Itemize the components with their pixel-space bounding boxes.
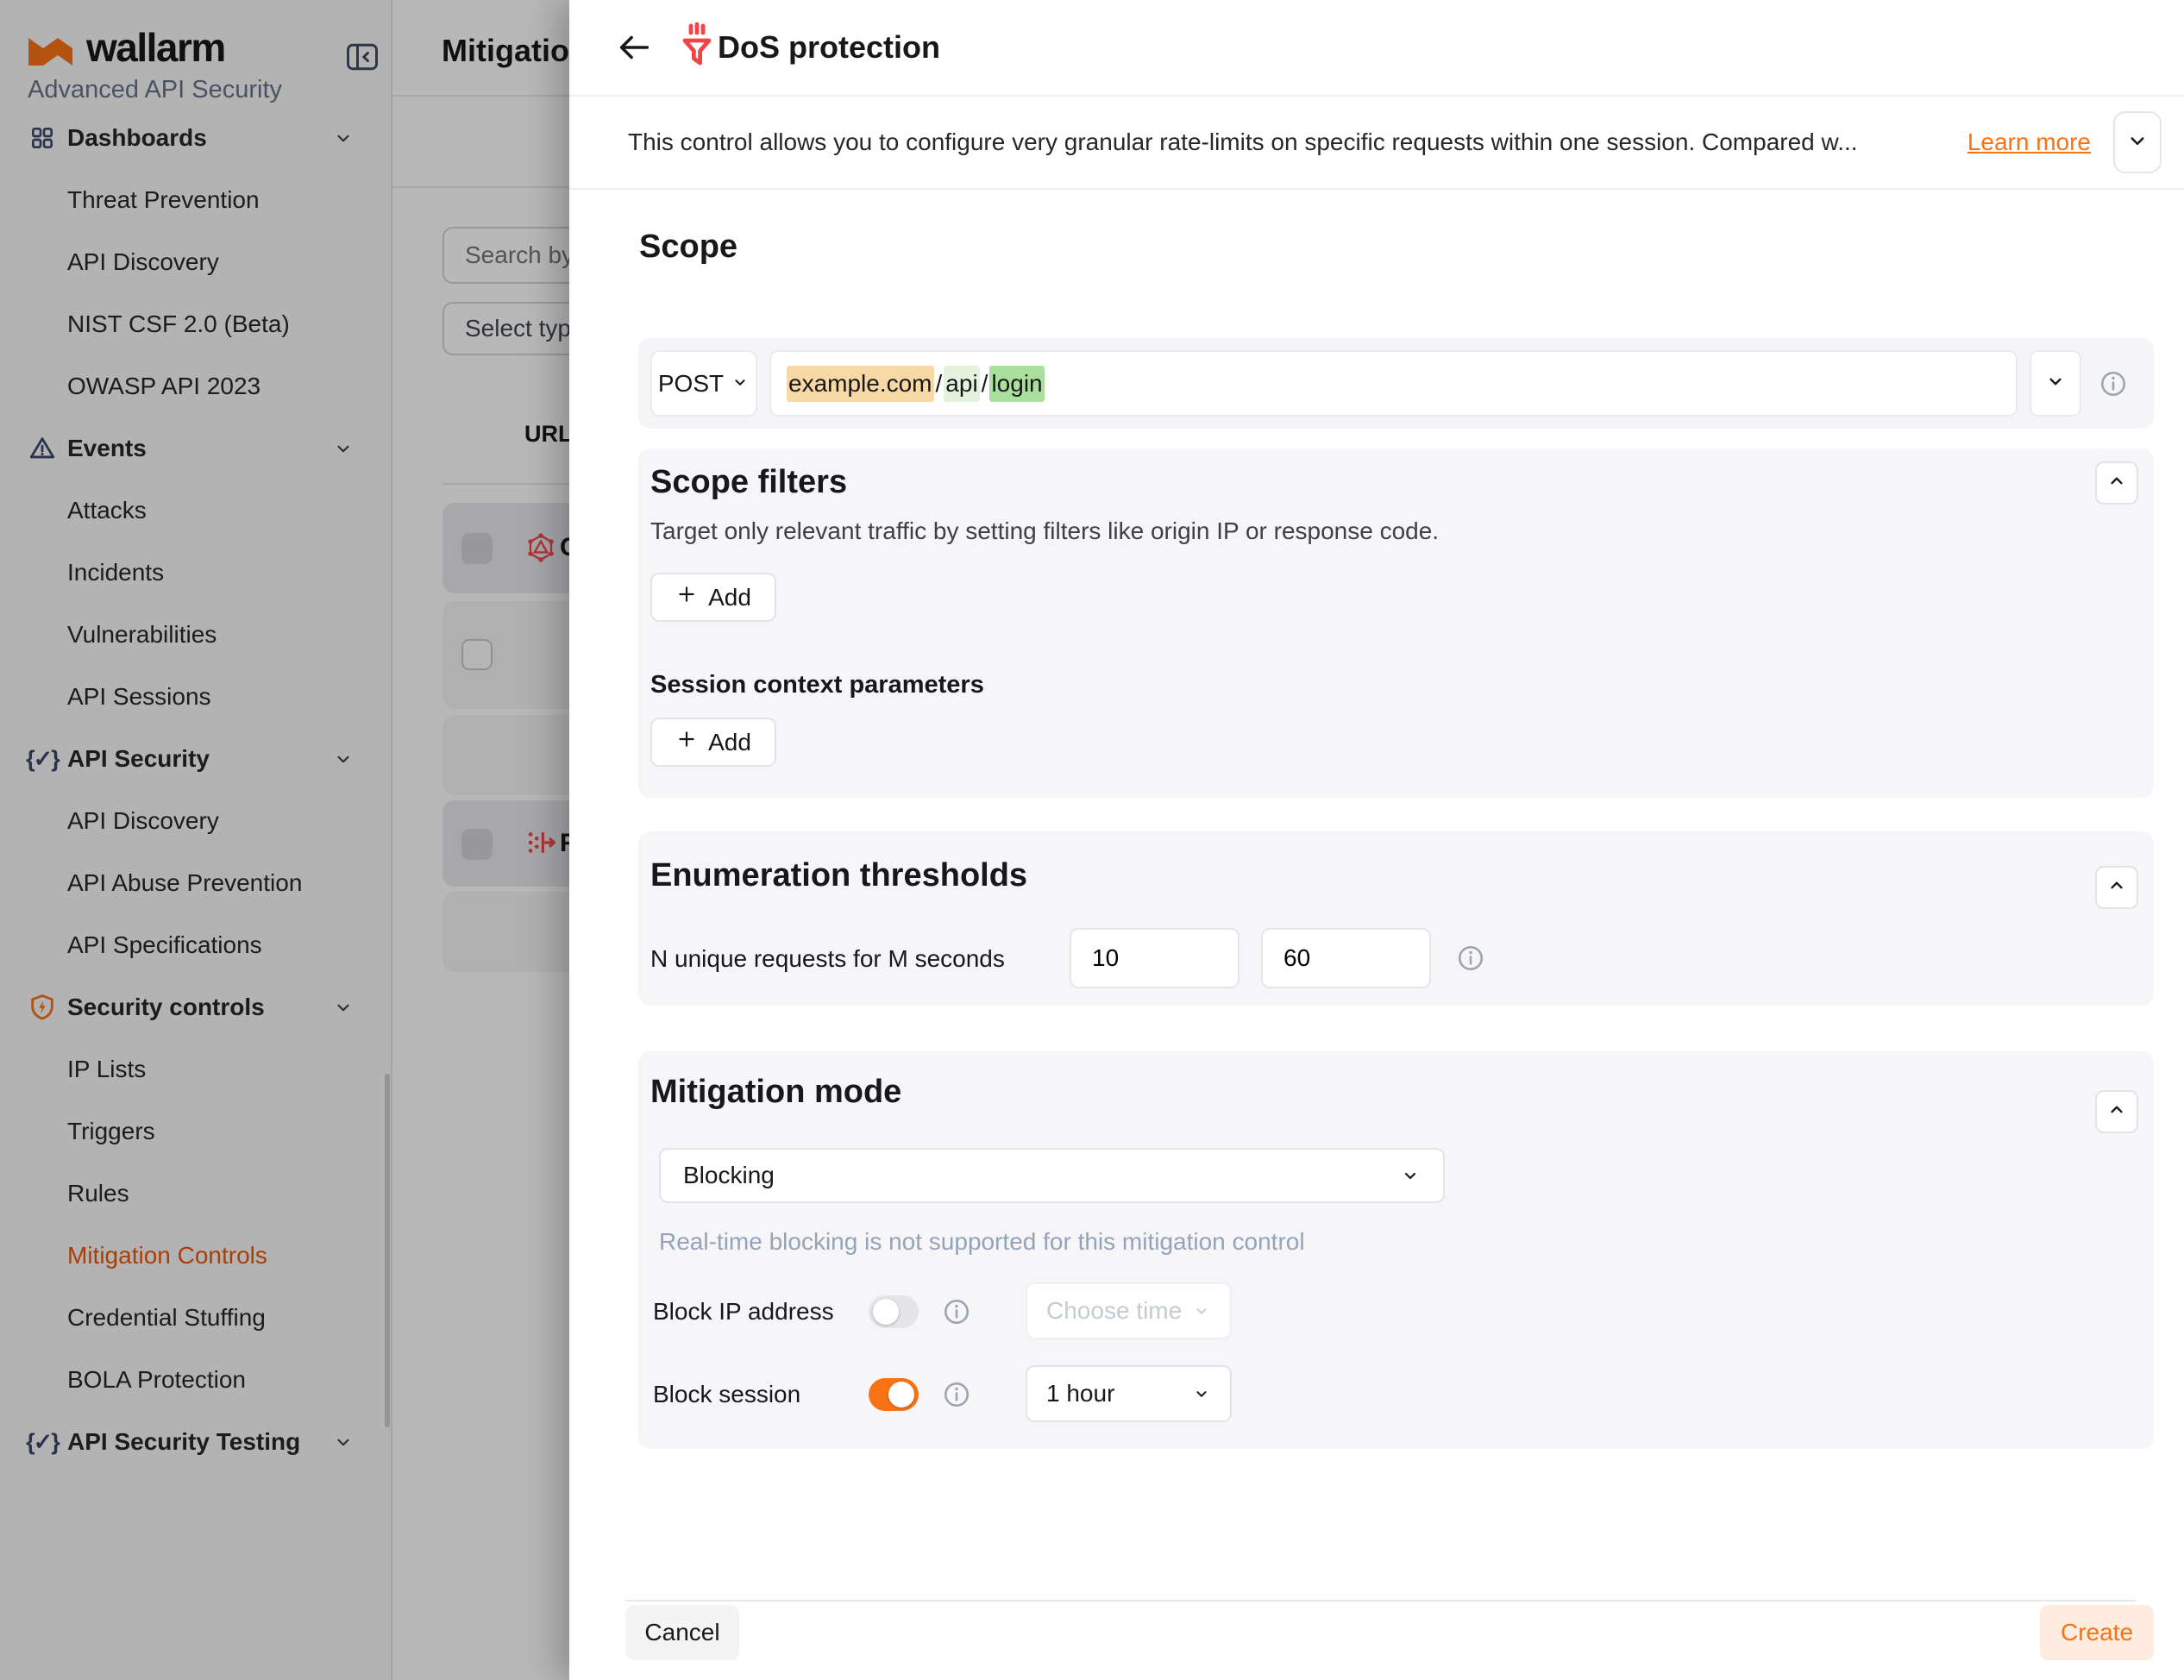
- url-segment-api: api: [944, 366, 979, 402]
- info-icon[interactable]: [1456, 943, 1485, 977]
- panel-title: DoS protection: [718, 29, 940, 66]
- info-icon[interactable]: [2099, 369, 2128, 398]
- plus-icon: [675, 583, 698, 611]
- add-scope-filter-button[interactable]: Add: [650, 573, 776, 622]
- n-requests-input[interactable]: [1070, 928, 1239, 988]
- app-root: wallarm Advanced API Security Dashboards…: [0, 0, 2184, 1680]
- dos-funnel-icon: [675, 22, 719, 77]
- toggle-knob: [888, 1382, 914, 1407]
- block-ip-toggle[interactable]: [869, 1295, 919, 1328]
- block-session-label: Block session: [653, 1381, 800, 1408]
- block-ip-label: Block IP address: [653, 1298, 834, 1326]
- learn-more-link[interactable]: Learn more: [1967, 129, 2091, 156]
- collapse-section-button[interactable]: [2095, 1090, 2138, 1133]
- divider: [569, 188, 2184, 190]
- scope-filters-card: Scope filters Target only relevant traff…: [638, 448, 2154, 798]
- info-icon[interactable]: [942, 1297, 971, 1326]
- mitigation-mode-card: Mitigation mode Blocking Real-time block…: [638, 1051, 2154, 1449]
- block-session-time-select[interactable]: 1 hour: [1026, 1365, 1232, 1422]
- collapse-section-button[interactable]: [2095, 461, 2138, 505]
- m-seconds-input[interactable]: [1261, 928, 1431, 988]
- panel-description: This control allows you to configure ver…: [628, 129, 1945, 156]
- block-session-toggle[interactable]: [869, 1378, 919, 1411]
- url-segment-host: example.com: [787, 366, 934, 402]
- add-button-label: Add: [708, 584, 751, 611]
- create-button[interactable]: Create: [2040, 1605, 2154, 1660]
- enumeration-heading: Enumeration thresholds: [650, 857, 1027, 894]
- footer-divider: [625, 1600, 2137, 1602]
- chevron-down-icon: [1400, 1165, 1421, 1186]
- chevron-down-icon: [1192, 1384, 1211, 1403]
- url-expand-button[interactable]: [2030, 350, 2081, 417]
- chevron-up-icon: [2106, 874, 2128, 901]
- panel-description-row: This control allows you to configure ver…: [569, 97, 2184, 188]
- add-button-label: Add: [708, 729, 751, 756]
- scope-url-input[interactable]: example.com / api / login: [769, 350, 2018, 417]
- mitigation-mode-select[interactable]: Blocking: [659, 1148, 1445, 1203]
- cancel-label: Cancel: [644, 1619, 719, 1646]
- dos-protection-panel: DoS protection This control allows you t…: [569, 0, 2184, 1680]
- create-label: Create: [2061, 1619, 2133, 1646]
- method-select[interactable]: POST: [650, 350, 757, 417]
- chevron-down-icon: [2044, 370, 2067, 397]
- realtime-blocking-note: Real-time blocking is not supported for …: [659, 1228, 1305, 1256]
- url-segment-slash: /: [980, 366, 990, 402]
- chevron-down-icon: [1192, 1301, 1211, 1320]
- scope-heading: Scope: [639, 229, 737, 266]
- scope-row: POST example.com / api / login: [638, 338, 2154, 429]
- toggle-knob: [873, 1299, 899, 1325]
- mitigation-mode-value: Blocking: [683, 1162, 775, 1189]
- block-session-time-value: 1 hour: [1046, 1380, 1114, 1407]
- expand-description-button[interactable]: [2113, 111, 2162, 173]
- block-ip-time-value: Choose time: [1046, 1297, 1182, 1325]
- block-ip-time-select[interactable]: Choose time: [1026, 1282, 1232, 1339]
- session-context-heading: Session context parameters: [650, 671, 984, 699]
- back-arrow-icon[interactable]: [614, 28, 654, 67]
- chevron-up-icon: [2106, 1099, 2128, 1125]
- collapse-section-button[interactable]: [2095, 866, 2138, 909]
- enumeration-thresholds-card: Enumeration thresholds N unique requests…: [638, 831, 2154, 1006]
- plus-icon: [675, 728, 698, 756]
- cancel-button[interactable]: Cancel: [625, 1605, 739, 1660]
- chevron-up-icon: [2106, 470, 2128, 497]
- scope-filters-heading: Scope filters: [650, 464, 847, 501]
- enumeration-label: N unique requests for M seconds: [650, 945, 1005, 973]
- panel-header: DoS protection: [569, 0, 2184, 95]
- info-icon[interactable]: [942, 1380, 971, 1409]
- url-segment-slash: /: [934, 366, 945, 402]
- url-segment-login: login: [989, 366, 1044, 402]
- chevron-down-icon: [731, 370, 750, 398]
- chevron-down-icon: [2124, 128, 2150, 158]
- add-session-parameter-button[interactable]: Add: [650, 718, 776, 767]
- scope-filters-description: Target only relevant traffic by setting …: [650, 517, 1439, 545]
- mitigation-heading: Mitigation mode: [650, 1074, 901, 1111]
- method-value: POST: [658, 370, 724, 398]
